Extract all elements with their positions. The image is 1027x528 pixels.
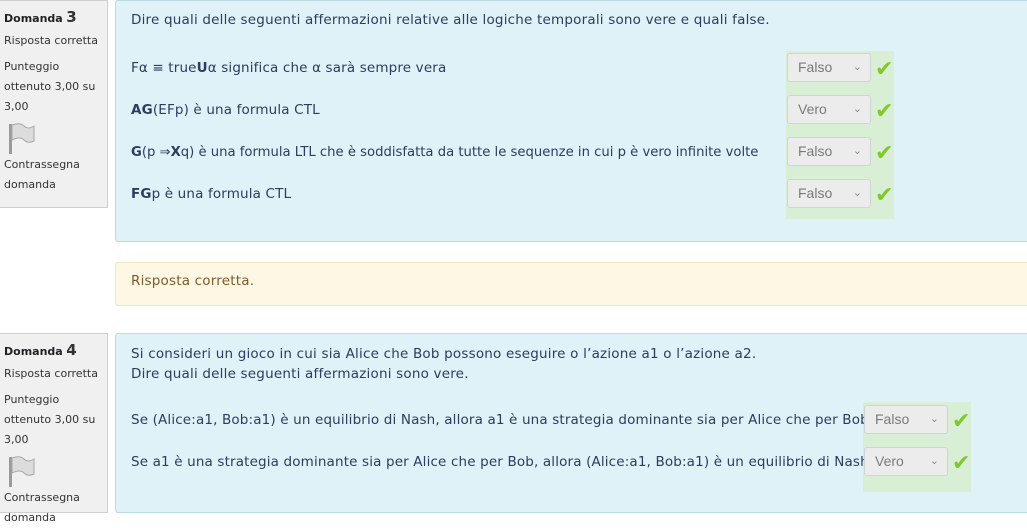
statement-3: G (p ⇒ Xq) è una formula LTL che è soddis… xyxy=(131,144,759,160)
question-text-1: Si consideri un gioco in cui sia Alice c… xyxy=(131,346,757,362)
answer-select-4[interactable]: Falso ⌄ xyxy=(787,179,871,208)
question-number: Domanda 3 xyxy=(4,8,77,26)
statement-4: FG p è una formula CTL xyxy=(131,186,292,202)
question-grade: Punteggio ottenuto 3,00 su 3,00 xyxy=(4,60,96,113)
statement-2: Se a1 è una strategia dominante sia per … xyxy=(131,454,874,470)
chevron-down-icon: ⌄ xyxy=(852,103,862,115)
answer-select-1[interactable]: Falso ⌄ xyxy=(864,405,948,434)
flag-question-link[interactable]: Contrassegna domanda xyxy=(4,155,103,195)
correct-check-icon: ✔ xyxy=(952,409,971,434)
question-content-q3: Dire quali delle seguenti affermazioni r… xyxy=(115,0,1027,242)
chevron-down-icon: ⌄ xyxy=(852,145,862,157)
question-state: Risposta corretta xyxy=(4,367,98,380)
question-info-q4: Domanda 4 Risposta corretta Punteggio ot… xyxy=(0,333,108,524)
flag-question-link[interactable]: Contrassegna domanda xyxy=(4,488,103,528)
answer-select-1[interactable]: Falso ⌄ xyxy=(787,53,871,82)
answer-select-2[interactable]: Vero ⌄ xyxy=(787,95,871,124)
question-info-q3: Domanda 3 Risposta corretta Punteggio ot… xyxy=(0,0,108,208)
question-content-q4: Si consideri un gioco in cui sia Alice c… xyxy=(115,333,1027,513)
correct-check-icon: ✔ xyxy=(875,57,894,82)
flag-icon[interactable] xyxy=(6,121,103,155)
answer-select-2[interactable]: Vero ⌄ xyxy=(864,447,948,476)
statement-2: AG (EFp) è una formula CTL xyxy=(131,102,320,118)
chevron-down-icon: ⌄ xyxy=(852,187,862,199)
question-state: Risposta corretta xyxy=(4,34,98,47)
general-feedback: Risposta corretta. xyxy=(115,262,1027,306)
flag-icon[interactable] xyxy=(6,454,103,488)
correct-check-icon: ✔ xyxy=(875,99,894,124)
chevron-down-icon: ⌄ xyxy=(929,455,939,467)
statement-1: Fα ≡ true U α significa che α sarà sempr… xyxy=(131,60,447,76)
chevron-down-icon: ⌄ xyxy=(929,413,939,425)
answer-select-3[interactable]: Falso ⌄ xyxy=(787,137,871,166)
question-grade: Punteggio ottenuto 3,00 su 3,00 xyxy=(4,393,96,446)
statement-1: Se (Alice:a1, Bob:a1) è un equilibrio di… xyxy=(131,412,874,428)
question-text: Dire quali delle seguenti affermazioni r… xyxy=(131,12,770,28)
chevron-down-icon: ⌄ xyxy=(852,61,862,73)
correct-check-icon: ✔ xyxy=(875,141,894,166)
question-text-2: Dire quali delle seguenti affermazioni s… xyxy=(131,366,469,382)
correct-check-icon: ✔ xyxy=(875,183,894,208)
question-number: Domanda 4 xyxy=(4,341,77,359)
correct-check-icon: ✔ xyxy=(952,451,971,476)
